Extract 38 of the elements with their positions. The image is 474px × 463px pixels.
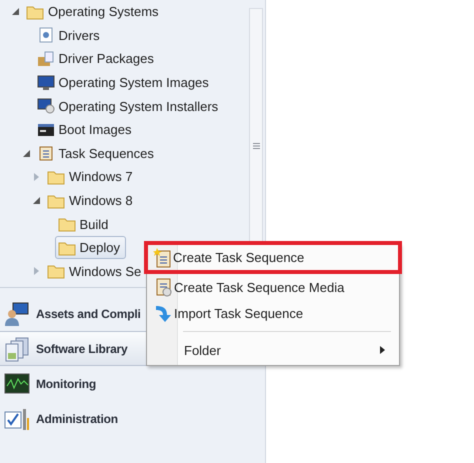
workspace-button[interactable]: Monitoring [0,366,259,401]
monitor-icon [36,74,54,91]
tree-item[interactable]: Task Sequences [34,142,160,165]
menu-item[interactable]: Create Task Sequence Media [149,274,397,300]
tree-item[interactable]: Drivers [34,24,106,47]
collapse-arrow-icon[interactable] [12,8,19,16]
clipboard-disc-icon [154,277,174,297]
curved-arrow-icon [154,303,174,323]
submenu-arrow-icon [380,346,385,354]
folder-icon [47,263,65,280]
collapse-arrow-icon[interactable] [22,150,30,157]
clipboard-icon [36,145,54,162]
menu-label: Folder [184,342,222,358]
monitor-disc-icon [36,98,54,114]
tree-item[interactable]: Boot Images [34,118,138,142]
tree-item[interactable]: Driver Packages [34,47,160,70]
tree-item[interactable]: Operating System Images [34,71,215,94]
monitor-graph-icon [4,370,30,396]
collapse-arrow-icon[interactable] [33,197,40,204]
tree-item[interactable]: Operating Systems [23,0,165,24]
tree-item[interactable]: Windows 7 [44,165,139,188]
clipboard-star-icon [153,248,173,268]
workspace-button[interactable]: Administration [0,401,259,436]
tree-item[interactable]: Deploy [54,236,126,260]
folder-icon [58,240,76,256]
menu-item[interactable]: Create Task Sequence [144,241,402,274]
folder-icon [47,192,65,209]
folder-icon [58,216,76,232]
console-icon [36,122,54,138]
person-computer-icon [4,300,30,326]
tree-item[interactable]: Operating System Installers [34,94,224,118]
folder-icon [26,4,44,20]
tree-item[interactable]: Windows 8 [44,189,139,212]
menu-item[interactable]: Import Task Sequence [149,300,397,326]
package-icon [36,50,54,67]
stacked-documents-icon [4,336,30,362]
folder-icon [47,168,65,185]
tree-item[interactable]: Build [54,212,114,236]
